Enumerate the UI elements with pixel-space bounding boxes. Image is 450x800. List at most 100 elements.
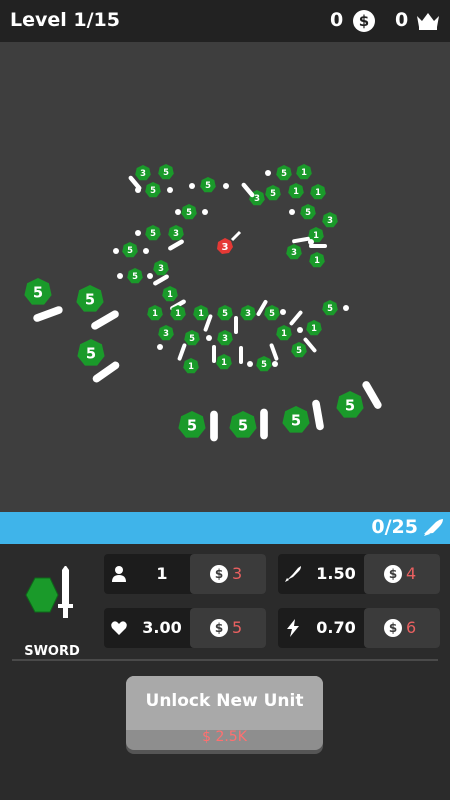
ally-unit: 5 bbox=[200, 177, 216, 193]
projectile bbox=[113, 248, 119, 254]
ally-unit: 1 bbox=[216, 354, 232, 370]
weapon-stick bbox=[234, 316, 238, 334]
ally-unit: 5 bbox=[336, 381, 382, 418]
ally-unit-hp: 5 bbox=[222, 308, 228, 318]
sword-unit-icon bbox=[25, 565, 73, 618]
ally-unit: 1 bbox=[147, 305, 163, 321]
upgrade-health-button[interactable]: $ 5 bbox=[190, 608, 266, 648]
upgrade-damage-cost: 4 bbox=[406, 564, 417, 583]
projectile bbox=[265, 170, 271, 176]
ally-unit-hp: 5 bbox=[127, 245, 133, 255]
ally-unit-weapon bbox=[241, 182, 255, 198]
unit-preview[interactable]: SWORD bbox=[14, 565, 86, 666]
ally-unit: 5 bbox=[217, 305, 233, 321]
ally-unit-hp: 5 bbox=[186, 207, 192, 217]
ally-unit: 3 bbox=[158, 325, 174, 341]
ally-unit-hp: 1 bbox=[167, 289, 173, 299]
ally-unit-hp: 3 bbox=[163, 328, 169, 338]
ally-unit-hp: 5 bbox=[261, 359, 267, 369]
ally-unit-hp: 1 bbox=[281, 328, 287, 338]
coin-icon: $ bbox=[210, 619, 228, 637]
weapon-stick bbox=[289, 310, 303, 326]
projectile bbox=[289, 209, 295, 215]
ally-unit-hp: 5 bbox=[327, 303, 333, 313]
weapon-stick bbox=[309, 244, 327, 248]
projectile bbox=[343, 305, 349, 311]
upgrade-count-button[interactable]: $ 3 bbox=[190, 554, 266, 594]
ally-unit-weapon bbox=[91, 310, 119, 330]
projectile bbox=[175, 209, 181, 215]
ally-unit: 5 bbox=[229, 408, 268, 440]
wave-progress-bar: 0/25 bbox=[0, 512, 450, 544]
ally-unit: 5 bbox=[76, 285, 119, 330]
upgrade-speed-cost: 6 bbox=[406, 618, 417, 637]
ally-unit-hp: 5 bbox=[291, 412, 301, 429]
ally-unit: 3 bbox=[217, 330, 233, 346]
ally-unit: 5 bbox=[122, 242, 138, 258]
ally-unit: 1 bbox=[193, 305, 209, 321]
ally-unit: 5 bbox=[127, 268, 143, 284]
coin-icon: $ bbox=[384, 619, 402, 637]
damage-value: 1.50 bbox=[316, 564, 356, 583]
enemy-hp-label: 3 bbox=[222, 242, 229, 253]
top-bar: Level 1/15 0 $ 0 bbox=[0, 0, 450, 42]
rocket-icon bbox=[424, 519, 443, 536]
ally-unit: 5 bbox=[256, 356, 272, 372]
stat-speed: 0.70 $ 6 bbox=[278, 608, 440, 648]
coin-icon: $ bbox=[353, 10, 375, 32]
projectile bbox=[223, 183, 229, 189]
stat-unit-count: 1 $ 3 bbox=[104, 554, 266, 594]
ally-unit-weapon bbox=[362, 381, 382, 409]
ally-unit: 3 bbox=[168, 225, 184, 251]
ally-unit: 3 bbox=[241, 182, 265, 206]
wave-progress-text: 0/25 bbox=[371, 516, 418, 538]
ally-unit-hp: 3 bbox=[254, 193, 260, 203]
ally-unit: 5 bbox=[184, 330, 200, 346]
ally-unit-hp: 3 bbox=[140, 168, 146, 178]
stat-health: 3.00 $ 5 bbox=[104, 608, 266, 648]
ally-unit-hp: 5 bbox=[189, 333, 195, 343]
ally-unit-hp: 1 bbox=[198, 308, 204, 318]
ally-unit: 1 bbox=[296, 164, 312, 180]
crown-icon bbox=[417, 13, 439, 30]
ally-unit: 1 bbox=[306, 320, 322, 336]
projectile bbox=[189, 183, 195, 189]
weapon-stick bbox=[177, 343, 187, 361]
projectile bbox=[135, 187, 141, 193]
ally-unit: 5 bbox=[77, 339, 120, 383]
ally-unit-hp: 1 bbox=[311, 323, 317, 333]
upgrade-damage-button[interactable]: $ 4 bbox=[364, 554, 440, 594]
ally-unit-hp: 5 bbox=[132, 271, 138, 281]
ally-unit-hp: 3 bbox=[245, 308, 251, 318]
ally-unit-hp: 1 bbox=[313, 230, 319, 240]
upgrade-speed-button[interactable]: $ 6 bbox=[364, 608, 440, 648]
ally-unit-hp: 5 bbox=[150, 185, 156, 195]
crown-count: 0 bbox=[395, 9, 409, 31]
ally-unit: 1 bbox=[183, 358, 199, 374]
ally-unit: 5 bbox=[282, 399, 324, 433]
projectile bbox=[147, 273, 153, 279]
ally-unit-hp: 5 bbox=[205, 180, 211, 190]
weapon-stick bbox=[269, 343, 279, 361]
speed-value: 0.70 bbox=[316, 618, 356, 637]
unlock-new-unit-button[interactable]: Unlock New Unit $ 2.5K bbox=[126, 676, 323, 750]
lightning-icon bbox=[287, 619, 299, 637]
health-value: 3.00 bbox=[142, 618, 182, 637]
ally-unit: 5 bbox=[264, 305, 280, 321]
ally-unit-hp: 1 bbox=[293, 186, 299, 196]
projectile bbox=[143, 248, 149, 254]
ally-unit: 5 bbox=[300, 204, 316, 220]
ally-unit-hp: 5 bbox=[296, 345, 302, 355]
ally-unit: 5 bbox=[322, 300, 338, 316]
ally-unit: 1 bbox=[310, 184, 326, 200]
ally-unit-hp: 3 bbox=[291, 247, 297, 257]
ally-unit: 5 bbox=[24, 278, 63, 322]
ally-unit-hp: 1 bbox=[314, 255, 320, 265]
ally-unit: 5 bbox=[145, 225, 161, 241]
ally-unit-hp: 5 bbox=[305, 207, 311, 217]
ally-unit-weapon bbox=[210, 410, 218, 442]
ally-unit-hp: 1 bbox=[315, 187, 321, 197]
battle-field[interactable]: 5 555 5 553 55 555 35535 13 5 1 15313111 1 1 5 3 5 53 5 3 1… bbox=[0, 42, 450, 512]
ally-unit-weapon bbox=[168, 239, 184, 251]
ally-unit-weapon bbox=[260, 408, 268, 440]
